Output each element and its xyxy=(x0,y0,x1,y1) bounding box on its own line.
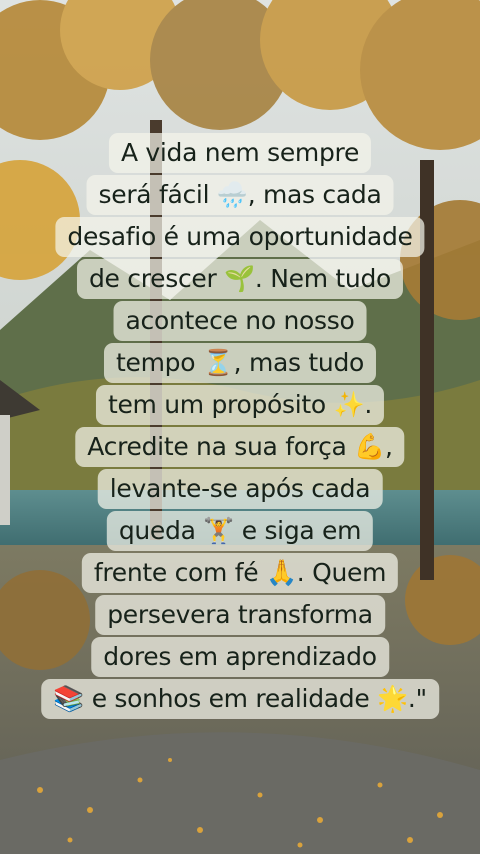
quote-line: de crescer 🌱. Nem tudo xyxy=(76,259,404,299)
quote-line: persevera transforma xyxy=(95,595,385,635)
quote-line: A vida nem sempre xyxy=(108,133,372,173)
quote-line: queda 🏋️ e siga em xyxy=(106,511,374,551)
quote-line: frente com fé 🙏. Quem xyxy=(81,553,399,593)
quote-line: tempo ⏳, mas tudo xyxy=(103,343,377,383)
quote-line: acontece no nosso xyxy=(113,301,367,341)
quote-line: dores em aprendizado xyxy=(91,637,389,677)
quote-line: será fácil 🌧️, mas cada xyxy=(86,175,394,215)
quote-line: Acredite na sua força 💪, xyxy=(75,427,405,467)
quote-line: 📚 e sonhos em realidade 🌟." xyxy=(41,679,439,719)
quote-line: tem um propósito ✨. xyxy=(95,385,385,425)
quote-line: desafio é uma oportunidade xyxy=(55,217,425,257)
quote-line: levante-se após cada xyxy=(97,469,383,509)
quote-overlay: A vida nem sempre será fácil 🌧️, mas cad… xyxy=(0,0,480,854)
